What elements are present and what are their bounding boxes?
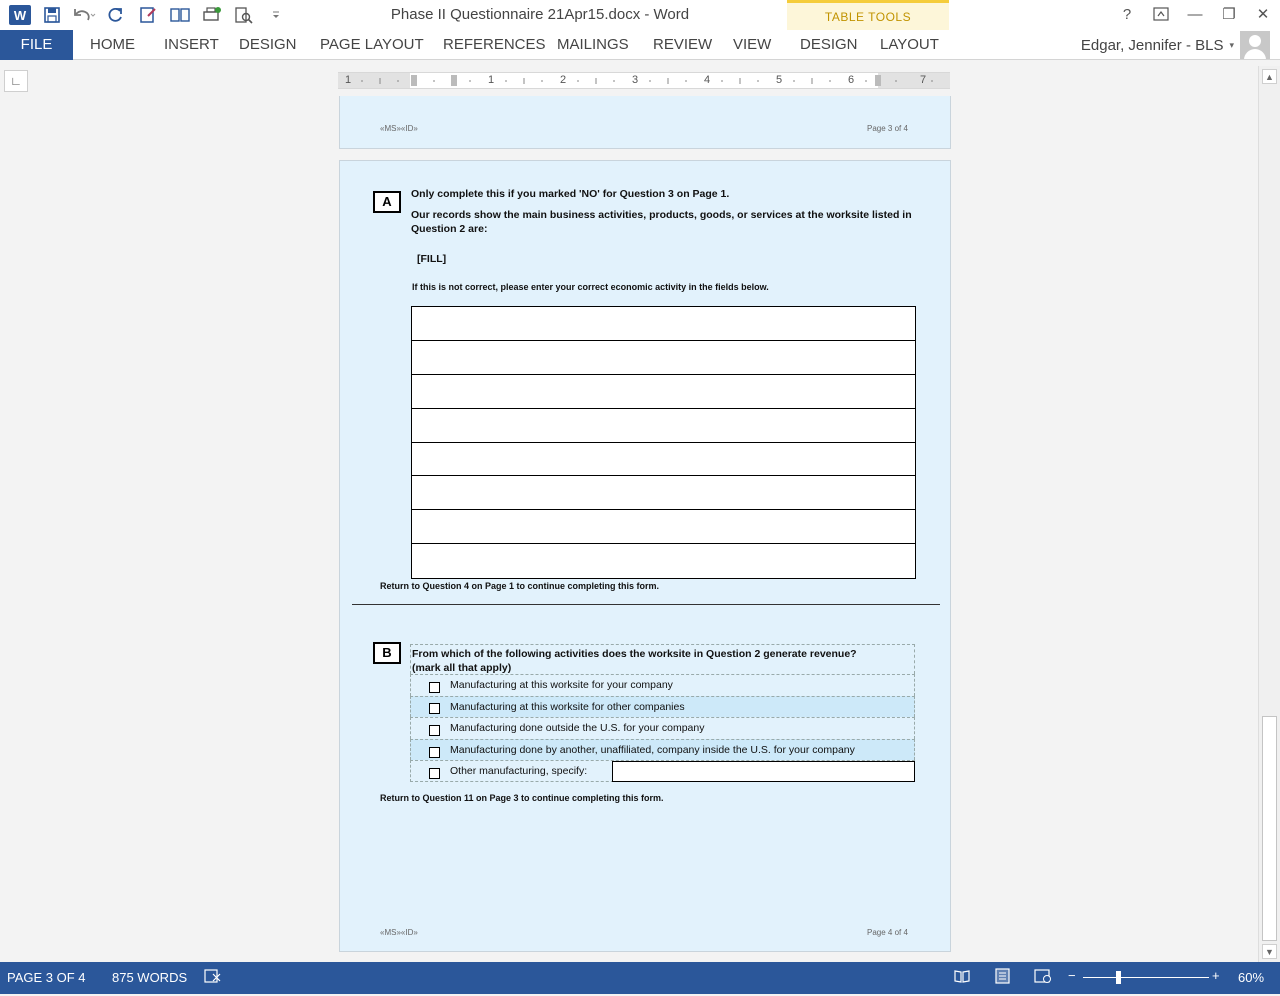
zoom-slider[interactable] [1083,977,1209,978]
tab-mailings[interactable]: MAILINGS [557,30,629,60]
revenue-activities-table: From which of the following activities d… [410,644,915,783]
table-row[interactable] [412,510,915,545]
tab-home[interactable]: HOME [90,30,135,60]
minimize-button[interactable]: — [1178,0,1212,28]
list-item: Manufacturing at this worksite for your … [410,674,915,696]
page-4-footer-merge-field: «MS»«ID» [380,928,418,937]
status-bar: PAGE 3 OF 4 875 WORDS − + 60% [0,962,1280,994]
scroll-up-icon[interactable]: ▲ [1262,69,1277,84]
scroll-down-icon[interactable]: ▼ [1262,944,1277,959]
table-row[interactable] [412,476,915,511]
section-a-instruction: If this is not correct, please enter you… [412,282,769,292]
option-label: Manufacturing at this worksite for other… [450,700,685,713]
page-3-footer-merge-field: «MS»«ID» [380,124,418,133]
option-label: Manufacturing done by another, unaffilia… [450,744,855,757]
section-a-condition: Only complete this if you marked 'NO' fo… [411,188,730,200]
tab-table-design[interactable]: DESIGN [800,30,858,60]
table-row[interactable] [412,307,915,341]
window-controls: ? — ❐ ✕ [1110,0,1280,28]
ruler-ticks [361,75,933,86]
ribbon-display-options-icon[interactable] [1144,0,1178,28]
section-b-question-text: From which of the following activities d… [412,648,857,660]
table-row[interactable] [412,409,915,443]
checkbox[interactable] [429,767,440,779]
economic-activity-table [411,306,916,580]
checkbox[interactable] [429,746,440,758]
section-a-box: A [373,191,401,213]
close-button[interactable]: ✕ [1246,0,1280,28]
tab-design[interactable]: DESIGN [239,30,297,60]
list-item: Manufacturing at this worksite for other… [410,695,915,718]
table-row[interactable] [412,341,915,375]
vertical-scrollbar[interactable]: ▲ ▼ [1258,66,1280,962]
user-account[interactable]: Edgar, Jennifer - BLS ▾ [1081,30,1270,60]
section-b-return-note: Return to Question 11 on Page 3 to conti… [380,793,664,803]
option-label: Manufacturing at this worksite for your … [450,679,673,692]
tab-file[interactable]: FILE [0,30,73,60]
proofing-icon[interactable] [204,968,222,986]
help-icon[interactable]: ? [1110,0,1144,28]
tab-selector[interactable]: ∟ [4,70,28,92]
user-name: Edgar, Jennifer - BLS [1080,36,1224,54]
scroll-thumb[interactable] [1262,716,1277,941]
read-mode-view-icon[interactable] [953,968,971,986]
list-item: Manufacturing done outside the U.S. for … [410,717,915,739]
checkbox[interactable] [429,724,440,736]
tab-view[interactable]: VIEW [733,30,771,60]
web-layout-view-icon[interactable] [1034,968,1052,986]
document-canvas[interactable]: «MS»«ID» Page 3 of 4 A Only complete thi… [0,96,1258,962]
section-b-box: B [373,642,401,664]
horizontal-ruler[interactable]: 1 1 2 3 4 5 6 7 [338,72,950,89]
list-item: Other manufacturing, specify: [410,760,915,783]
page-indicator[interactable]: PAGE 3 OF 4 [7,970,86,985]
word-count[interactable]: 875 WORDS [112,970,187,985]
table-row[interactable] [412,375,915,409]
section-divider [352,604,940,605]
checkbox[interactable] [429,681,440,693]
table-row[interactable] [412,544,915,578]
zoom-slider-thumb[interactable] [1116,971,1121,984]
table-row[interactable] [412,443,915,477]
option-label: Manufacturing done outside the U.S. for … [450,722,705,735]
section-a-return-note: Return to Question 4 on Page 1 to contin… [380,581,660,591]
page-3-footer-page-number: Page 3 of 4 [867,124,908,133]
restore-button[interactable]: ❐ [1212,0,1246,28]
page-3-bottom: «MS»«ID» Page 3 of 4 [339,96,951,149]
title-bar: W Phase II Questionnaire 21Apr15.docx - … [0,0,1280,60]
chevron-down-icon: ▾ [1229,39,1234,50]
section-a-records-text: Our records show the main business activ… [411,209,912,235]
list-item: Manufacturing done by another, unaffilia… [410,738,915,761]
checkbox[interactable] [429,703,440,715]
section-a-fill-field: [FILL] [417,253,447,265]
word-window: W Phase II Questionnaire 21Apr15.docx - … [0,0,1280,996]
tab-table-layout[interactable]: LAYOUT [880,30,939,60]
tab-insert[interactable]: INSERT [164,30,219,60]
section-b-question: From which of the following activities d… [410,644,915,674]
print-layout-view-icon[interactable] [993,968,1011,986]
other-specify-field[interactable] [612,761,915,783]
page-4-footer-page-number: Page 4 of 4 [867,928,908,937]
avatar [1240,31,1270,59]
tab-review[interactable]: REVIEW [653,30,712,60]
section-b-hint: (mark all that apply) [412,662,512,674]
tab-page-layout[interactable]: PAGE LAYOUT [320,30,424,60]
page-4: A Only complete this if you marked 'NO' … [339,160,951,952]
zoom-level[interactable]: 60% [1238,970,1264,985]
tab-references[interactable]: REFERENCES [443,30,546,60]
table-tools-label: TABLE TOOLS [824,10,912,24]
zoom-in-icon[interactable]: + [1212,968,1230,986]
option-label: Other manufacturing, specify: [450,765,588,778]
